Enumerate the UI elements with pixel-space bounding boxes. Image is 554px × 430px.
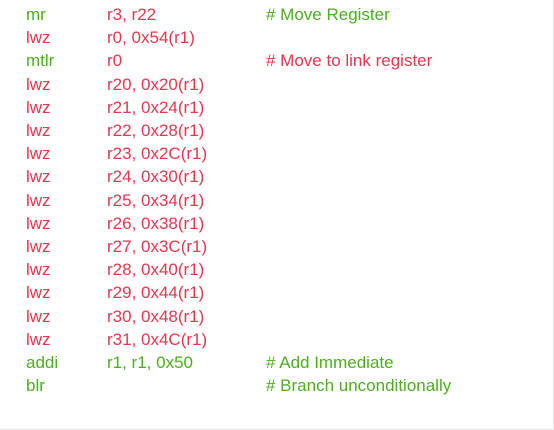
operands: r21, 0x24(r1): [107, 97, 205, 117]
opcode: mtlr: [26, 51, 55, 71]
code-line: mtlr r0 # Move to link register: [0, 50, 554, 72]
opcode: lwz: [26, 28, 51, 48]
code-line: lwz r23, 0x2C(r1): [0, 143, 554, 165]
operands: r30, 0x48(r1): [107, 306, 205, 326]
opcode: mr: [26, 5, 46, 24]
operands: r26, 0x38(r1): [107, 213, 205, 233]
comment: # Branch unconditionally: [266, 376, 452, 396]
operands: r3, r22: [107, 5, 157, 24]
opcode: addi: [26, 353, 59, 372]
opcode: lwz: [26, 283, 51, 303]
opcode: lwz: [26, 97, 51, 117]
code-line: lwz r25, 0x34(r1): [0, 190, 554, 212]
opcode: lwz: [26, 121, 51, 140]
code-line: lwz r27, 0x3C(r1): [0, 236, 554, 258]
opcode: lwz: [26, 74, 51, 94]
opcode: blr: [26, 376, 45, 396]
code-line: lwz r22, 0x28(r1): [0, 120, 554, 142]
operands: r0, 0x54(r1): [107, 28, 195, 48]
operands: r28, 0x40(r1): [107, 260, 205, 280]
code-line: lwz r31, 0x4C(r1): [0, 329, 554, 351]
code-line: lwz r0, 0x54(r1): [0, 27, 554, 49]
operands: r25, 0x34(r1): [107, 190, 205, 210]
code-line: blr # Branch unconditionally: [0, 375, 554, 397]
assembly-code-block: mr r3, r22 # Move Register lwz r0, 0x54(…: [0, 0, 554, 430]
code-line: lwz r30, 0x48(r1): [0, 306, 554, 328]
code-line: lwz r21, 0x24(r1): [0, 97, 554, 119]
opcode: lwz: [26, 329, 51, 349]
operands: r22, 0x28(r1): [107, 121, 205, 140]
code-line: lwz r29, 0x44(r1): [0, 282, 554, 304]
operands: r1, r1, 0x50: [107, 353, 193, 372]
operands: r23, 0x2C(r1): [107, 144, 208, 164]
comment: # Add Immediate: [266, 353, 394, 372]
opcode: lwz: [26, 237, 51, 256]
operands: r20, 0x20(r1): [107, 74, 205, 94]
operands: r24, 0x30(r1): [107, 167, 205, 187]
opcode: lwz: [26, 144, 51, 164]
opcode: lwz: [26, 306, 51, 326]
code-line: addi r1, r1, 0x50 # Add Immediate: [0, 352, 554, 374]
code-line: lwz r26, 0x38(r1): [0, 213, 554, 235]
comment: # Move Register: [266, 5, 390, 24]
opcode: lwz: [26, 190, 51, 210]
operands: r31, 0x4C(r1): [107, 329, 208, 349]
code-line: lwz r20, 0x20(r1): [0, 74, 554, 96]
opcode: lwz: [26, 167, 51, 187]
code-line: lwz r24, 0x30(r1): [0, 166, 554, 188]
operands: r27, 0x3C(r1): [107, 237, 208, 256]
code-line: mr r3, r22 # Move Register: [0, 4, 554, 26]
opcode: lwz: [26, 213, 51, 233]
operands: r29, 0x44(r1): [107, 283, 205, 303]
opcode: lwz: [26, 260, 51, 280]
comment: # Move to link register: [266, 51, 433, 71]
code-line: lwz r28, 0x40(r1): [0, 259, 554, 281]
operands: r0: [107, 51, 123, 71]
